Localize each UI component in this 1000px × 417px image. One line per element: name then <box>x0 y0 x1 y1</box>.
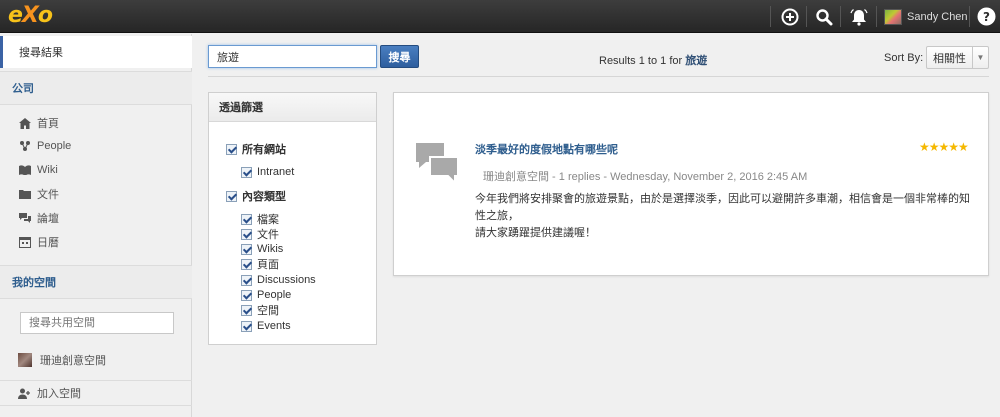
notification-bell-icon[interactable] <box>848 6 869 27</box>
checkbox[interactable] <box>241 320 252 332</box>
checkbox[interactable] <box>241 243 252 255</box>
wiki-icon <box>18 164 31 176</box>
checkbox[interactable] <box>241 258 252 270</box>
filter-type-pages[interactable]: 頁面 <box>241 257 279 271</box>
filter-all-sites[interactable]: 所有網站 <box>226 142 286 156</box>
result-meta: 珊迪創意空間 - 1 replies - Wednesday, November… <box>483 171 808 183</box>
filter-type-people[interactable]: People <box>241 288 291 302</box>
filter-panel: 透過篩選 所有網站 Intranet 內容類型 檔案 文件 Wikis 頁面 D… <box>208 92 377 345</box>
filter-type-events[interactable]: Events <box>241 319 291 333</box>
forum-icon <box>18 212 31 224</box>
toolbar-separator <box>969 6 970 27</box>
search-icon[interactable] <box>813 6 834 27</box>
star-rating: ★★★★★ <box>919 140 969 154</box>
space-avatar <box>18 353 32 367</box>
toolbar-separator <box>806 6 807 27</box>
filter-type-files[interactable]: 檔案 <box>241 212 279 226</box>
sidebar-item-search-results[interactable]: 搜尋結果 <box>0 36 192 68</box>
filter-type-spaces[interactable]: 空間 <box>241 303 279 317</box>
result-excerpt: 今年我們將安排聚會的旅遊景點，由於是選擇淡季，因此可以避開許多車潮，相信會是一個… <box>475 193 970 239</box>
svg-text:?: ? <box>983 10 990 24</box>
sort-selected-value: 相關性 <box>933 52 966 65</box>
filter-type-wikis[interactable]: Wikis <box>241 242 283 256</box>
checkbox[interactable] <box>226 143 237 155</box>
sidebar-item-people[interactable]: People <box>18 138 71 154</box>
sort-by-label: Sort By: <box>884 52 924 64</box>
filter-type-discussions[interactable]: Discussions <box>241 273 316 287</box>
left-sidebar: 搜尋結果 公司 首頁 People Wiki 文件 論壇 日曆 我的空間 珊迪創… <box>0 34 192 417</box>
user-menu[interactable]: Sandy Chen <box>884 8 968 25</box>
home-icon <box>18 117 31 129</box>
filter-site-intranet[interactable]: Intranet <box>241 165 294 179</box>
results-term: 旅遊 <box>685 55 708 67</box>
sidebar-item-home[interactable]: 首頁 <box>18 115 59 131</box>
divider <box>208 76 989 77</box>
sidebar-item-calendar[interactable]: 日曆 <box>18 234 59 250</box>
toolbar-separator <box>770 6 771 27</box>
people-icon <box>18 140 31 152</box>
top-navigation-bar: eXo Sandy Chen ? <box>0 0 1000 33</box>
results-summary: Results 1 to 1 for 旅遊 <box>599 55 708 67</box>
result-title-link[interactable]: 淡季最好的度假地點有哪些呢 <box>475 141 618 157</box>
toolbar-separator <box>840 6 841 27</box>
filter-type-documents[interactable]: 文件 <box>241 227 279 241</box>
checkbox[interactable] <box>241 213 252 225</box>
sidebar-item-documents[interactable]: 文件 <box>18 186 59 202</box>
filter-panel-title: 透過篩選 <box>209 93 376 122</box>
sidebar-heading-my-spaces[interactable]: 我的空間 <box>0 265 192 299</box>
discussion-icon <box>414 141 460 188</box>
chevron-down-icon: ▼ <box>972 47 988 68</box>
sidebar-heading-company[interactable]: 公司 <box>0 71 192 105</box>
sidebar-item-wiki[interactable]: Wiki <box>18 162 58 178</box>
checkbox[interactable] <box>241 304 252 316</box>
checkbox[interactable] <box>226 190 237 202</box>
documents-icon <box>18 188 31 200</box>
calendar-icon <box>18 236 31 248</box>
toolbar-separator <box>876 6 877 27</box>
spaces-search-input[interactable] <box>20 312 174 334</box>
add-user-icon <box>18 388 30 399</box>
add-icon[interactable] <box>779 6 800 27</box>
sidebar-item-forum[interactable]: 論壇 <box>18 210 59 226</box>
checkbox[interactable] <box>241 274 252 286</box>
join-space-link[interactable]: 加入空間 <box>0 380 192 406</box>
search-button[interactable]: 搜尋 <box>380 45 419 68</box>
exo-logo[interactable]: eXo <box>8 3 53 28</box>
search-input[interactable] <box>208 45 377 68</box>
checkbox[interactable] <box>241 166 252 178</box>
sort-select[interactable]: 相關性 ▼ <box>926 46 989 69</box>
checkbox[interactable] <box>241 289 252 301</box>
filter-content-types[interactable]: 內容類型 <box>226 189 286 203</box>
help-icon[interactable]: ? <box>976 6 997 27</box>
user-name: Sandy Chen <box>907 10 968 23</box>
sidebar-item-space[interactable]: 珊迪創意空間 <box>18 352 106 368</box>
checkbox[interactable] <box>241 228 252 240</box>
user-avatar <box>884 8 902 25</box>
search-result-card: 淡季最好的度假地點有哪些呢 ★★★★★ 珊迪創意空間 - 1 replies -… <box>393 92 989 276</box>
